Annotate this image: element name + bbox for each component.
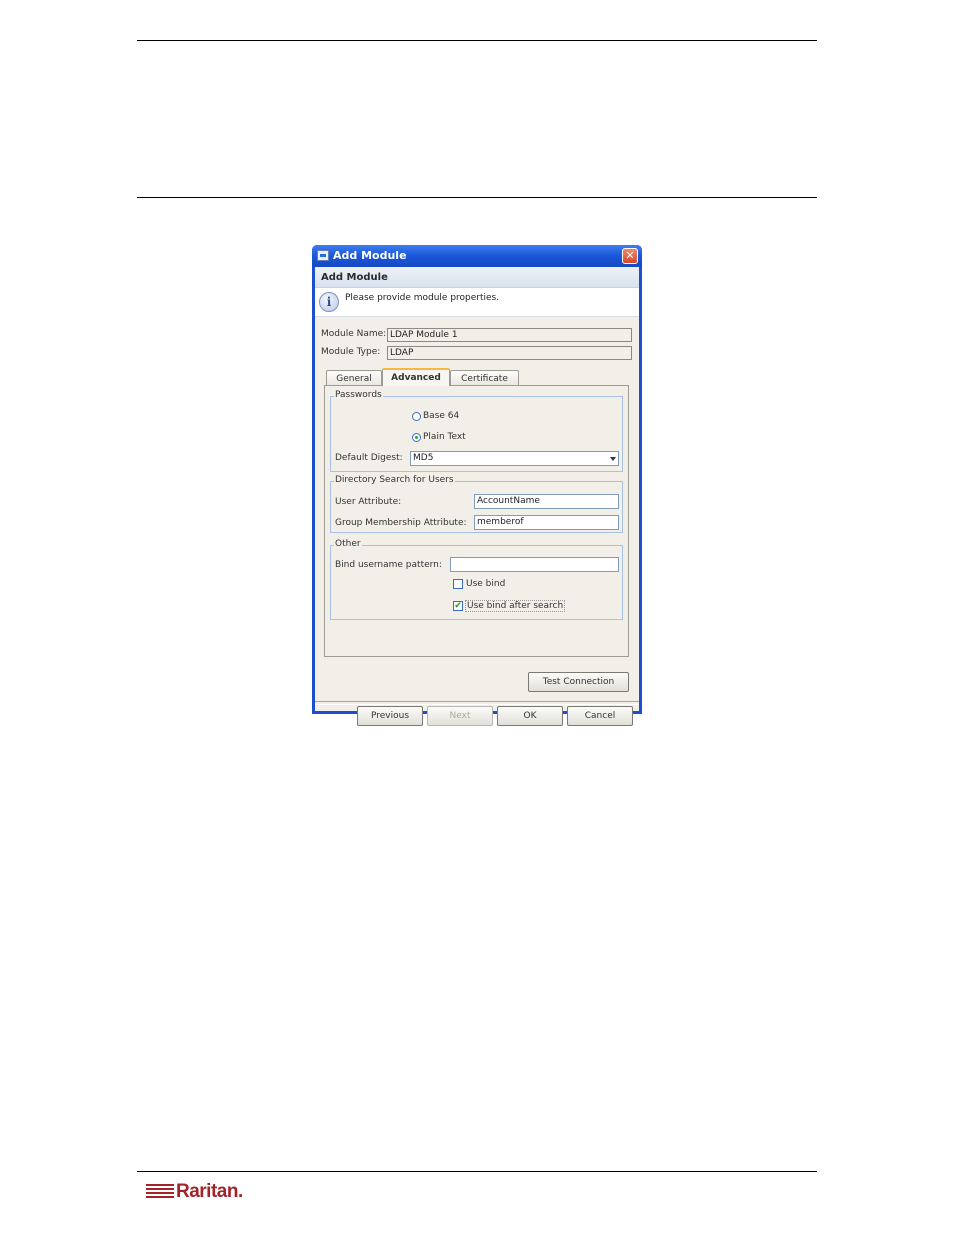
header-rule-top — [137, 40, 817, 41]
cancel-button[interactable]: Cancel — [567, 706, 633, 726]
passwords-group: Passwords Base 64 Plain Text Default Dig… — [330, 390, 623, 472]
use-bind-after-search-checkbox[interactable]: ✔ — [453, 601, 463, 611]
ok-button[interactable]: OK — [497, 706, 563, 726]
close-icon[interactable]: ✕ — [622, 248, 638, 264]
default-digest-select[interactable]: MD5 — [410, 451, 619, 466]
group-membership-label: Group Membership Attribute: — [335, 518, 467, 528]
window-title: Add Module — [333, 249, 407, 262]
user-attribute-input[interactable]: AccountName — [474, 494, 619, 509]
previous-button[interactable]: Previous — [357, 706, 423, 726]
window-app-icon — [317, 250, 329, 261]
other-legend: Other — [334, 539, 362, 549]
module-name-label: Module Name: — [321, 329, 387, 339]
use-bind-checkbox[interactable] — [453, 579, 463, 589]
dialog-client-area: Add Module i Please provide module prope… — [315, 267, 639, 726]
dialog-header-title: Add Module — [321, 272, 388, 283]
user-attribute-label: User Attribute: — [335, 497, 402, 507]
next-button: Next — [427, 706, 493, 726]
plain-text-label[interactable]: Plain Text — [423, 432, 466, 442]
bind-pattern-label: Bind username pattern: — [335, 560, 442, 570]
default-digest-label: Default Digest: — [335, 453, 403, 463]
directory-search-group: Directory Search for Users User Attribut… — [330, 475, 623, 533]
test-connection-button[interactable]: Test Connection — [528, 672, 629, 692]
use-bind-label[interactable]: Use bind — [466, 579, 505, 589]
advanced-tab-panel: Passwords Base 64 Plain Text Default Dig… — [324, 385, 629, 657]
add-module-dialog: Add Module ✕ Add Module i Please provide… — [312, 245, 642, 726]
title-bar[interactable]: Add Module ✕ — [312, 245, 642, 267]
base64-radio[interactable] — [412, 412, 421, 421]
module-name-field: LDAP Module 1 — [387, 328, 632, 342]
group-membership-input[interactable]: memberof — [474, 515, 619, 530]
raritan-logo: Raritan. — [146, 1181, 243, 1203]
tab-certificate[interactable]: Certificate — [450, 370, 519, 386]
other-group: Other Bind username pattern: Use bind ✔ … — [330, 539, 623, 620]
passwords-legend: Passwords — [334, 390, 383, 400]
info-icon: i — [319, 292, 339, 312]
use-bind-after-search-label[interactable]: Use bind after search — [465, 600, 566, 612]
module-type-field: LDAP — [387, 346, 632, 360]
footer-rule — [137, 1171, 817, 1172]
tab-advanced[interactable]: Advanced — [382, 368, 450, 386]
default-digest-value: MD5 — [413, 453, 434, 463]
raritan-logo-mark-icon — [146, 1183, 174, 1201]
tab-general[interactable]: General — [326, 370, 382, 386]
info-banner: i Please provide module properties. — [315, 288, 639, 317]
header-rule-bottom — [137, 197, 817, 198]
chevron-down-icon[interactable] — [610, 457, 616, 461]
directory-search-legend: Directory Search for Users — [334, 475, 455, 485]
plain-text-radio[interactable] — [412, 433, 421, 442]
base64-label[interactable]: Base 64 — [423, 411, 459, 421]
bind-pattern-input[interactable] — [450, 557, 619, 572]
dialog-header: Add Module — [315, 267, 639, 288]
button-separator — [315, 701, 639, 705]
info-message: Please provide module properties. — [345, 293, 500, 303]
raritan-logo-text: Raritan. — [176, 1181, 243, 1202]
module-type-label: Module Type: — [321, 347, 381, 357]
